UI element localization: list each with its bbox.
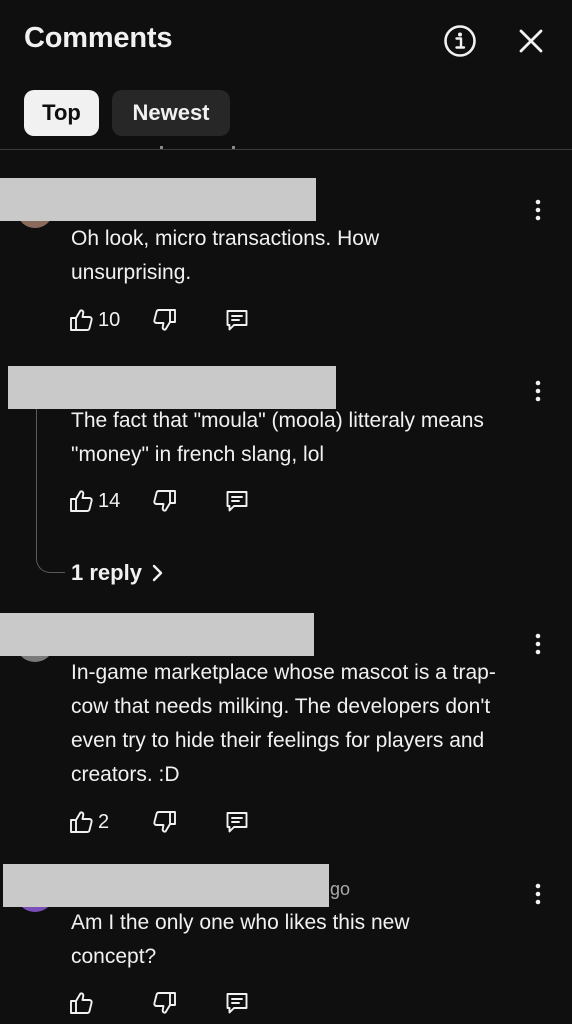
comment-actions: 10 bbox=[68, 307, 268, 337]
header-divider bbox=[0, 149, 572, 150]
redacted-author-info bbox=[0, 178, 316, 221]
like-count: 2 bbox=[98, 810, 110, 833]
thumbs-down-icon bbox=[153, 992, 176, 1014]
more-vert-icon bbox=[535, 199, 541, 221]
reply-comment-icon bbox=[226, 310, 248, 331]
redacted-author-info bbox=[3, 864, 329, 907]
filter-chip-newest[interactable]: Newest bbox=[112, 90, 230, 136]
like-count: 14 bbox=[98, 489, 121, 512]
timestamp-fragment: go bbox=[330, 879, 351, 899]
info-button[interactable] bbox=[443, 24, 477, 58]
thumbs-up-icon bbox=[70, 992, 93, 1014]
view-replies-link[interactable]: 1 reply bbox=[71, 560, 166, 586]
reply-comment-icon bbox=[226, 993, 248, 1014]
more-vert-icon bbox=[535, 380, 541, 402]
info-icon bbox=[444, 25, 476, 57]
like-button[interactable] bbox=[68, 990, 98, 1016]
like-button[interactable]: 10 bbox=[68, 307, 120, 333]
close-button[interactable] bbox=[515, 25, 547, 57]
more-options-button[interactable] bbox=[533, 379, 543, 403]
chevron-right-icon bbox=[152, 564, 163, 582]
comment-text: Oh look, micro transactions. How unsurpr… bbox=[71, 227, 380, 284]
comment-actions: 14 bbox=[68, 488, 268, 518]
dislike-button[interactable] bbox=[152, 488, 178, 514]
more-vert-icon bbox=[535, 883, 541, 905]
like-count: 10 bbox=[98, 308, 121, 331]
comments-header: Comments Top Newest bbox=[0, 0, 572, 150]
thumbs-down-icon bbox=[153, 811, 176, 833]
dislike-button[interactable] bbox=[152, 307, 178, 333]
dislike-button[interactable] bbox=[152, 990, 178, 1016]
reply-button[interactable] bbox=[224, 990, 250, 1016]
thumbs-up-icon bbox=[70, 490, 93, 512]
reply-comment-icon bbox=[226, 812, 248, 833]
reply-button[interactable] bbox=[224, 488, 250, 514]
page-title: Comments bbox=[24, 22, 173, 54]
thumbs-up-icon bbox=[70, 309, 93, 331]
redacted-author-info bbox=[8, 366, 336, 409]
filter-chip-top[interactable]: Top bbox=[24, 90, 99, 136]
reply-button[interactable] bbox=[224, 809, 250, 835]
like-button[interactable]: 2 bbox=[68, 809, 109, 835]
comment-text: Am I the only one who likes this new con… bbox=[71, 911, 410, 968]
dislike-button[interactable] bbox=[152, 809, 178, 835]
thumbs-down-icon bbox=[153, 490, 176, 512]
more-options-button[interactable] bbox=[533, 632, 543, 656]
like-button[interactable]: 14 bbox=[68, 488, 120, 514]
more-options-button[interactable] bbox=[533, 882, 543, 906]
thumbs-down-icon bbox=[153, 309, 176, 331]
more-options-button[interactable] bbox=[533, 198, 543, 222]
reply-comment-icon bbox=[226, 491, 248, 512]
comment-actions bbox=[68, 990, 268, 1020]
replies-count-label: 1 reply bbox=[71, 560, 142, 585]
more-vert-icon bbox=[535, 633, 541, 655]
close-icon bbox=[519, 29, 543, 53]
reply-button[interactable] bbox=[224, 307, 250, 333]
comment-text: The fact that "moula" (moola) litteraly … bbox=[71, 409, 484, 466]
thumbs-up-icon bbox=[70, 811, 93, 833]
redacted-author-info bbox=[0, 613, 314, 656]
comment-actions: 2 bbox=[68, 809, 268, 839]
thread-line bbox=[36, 408, 65, 573]
comment-text: In-game marketplace whose mascot is a tr… bbox=[71, 661, 496, 786]
